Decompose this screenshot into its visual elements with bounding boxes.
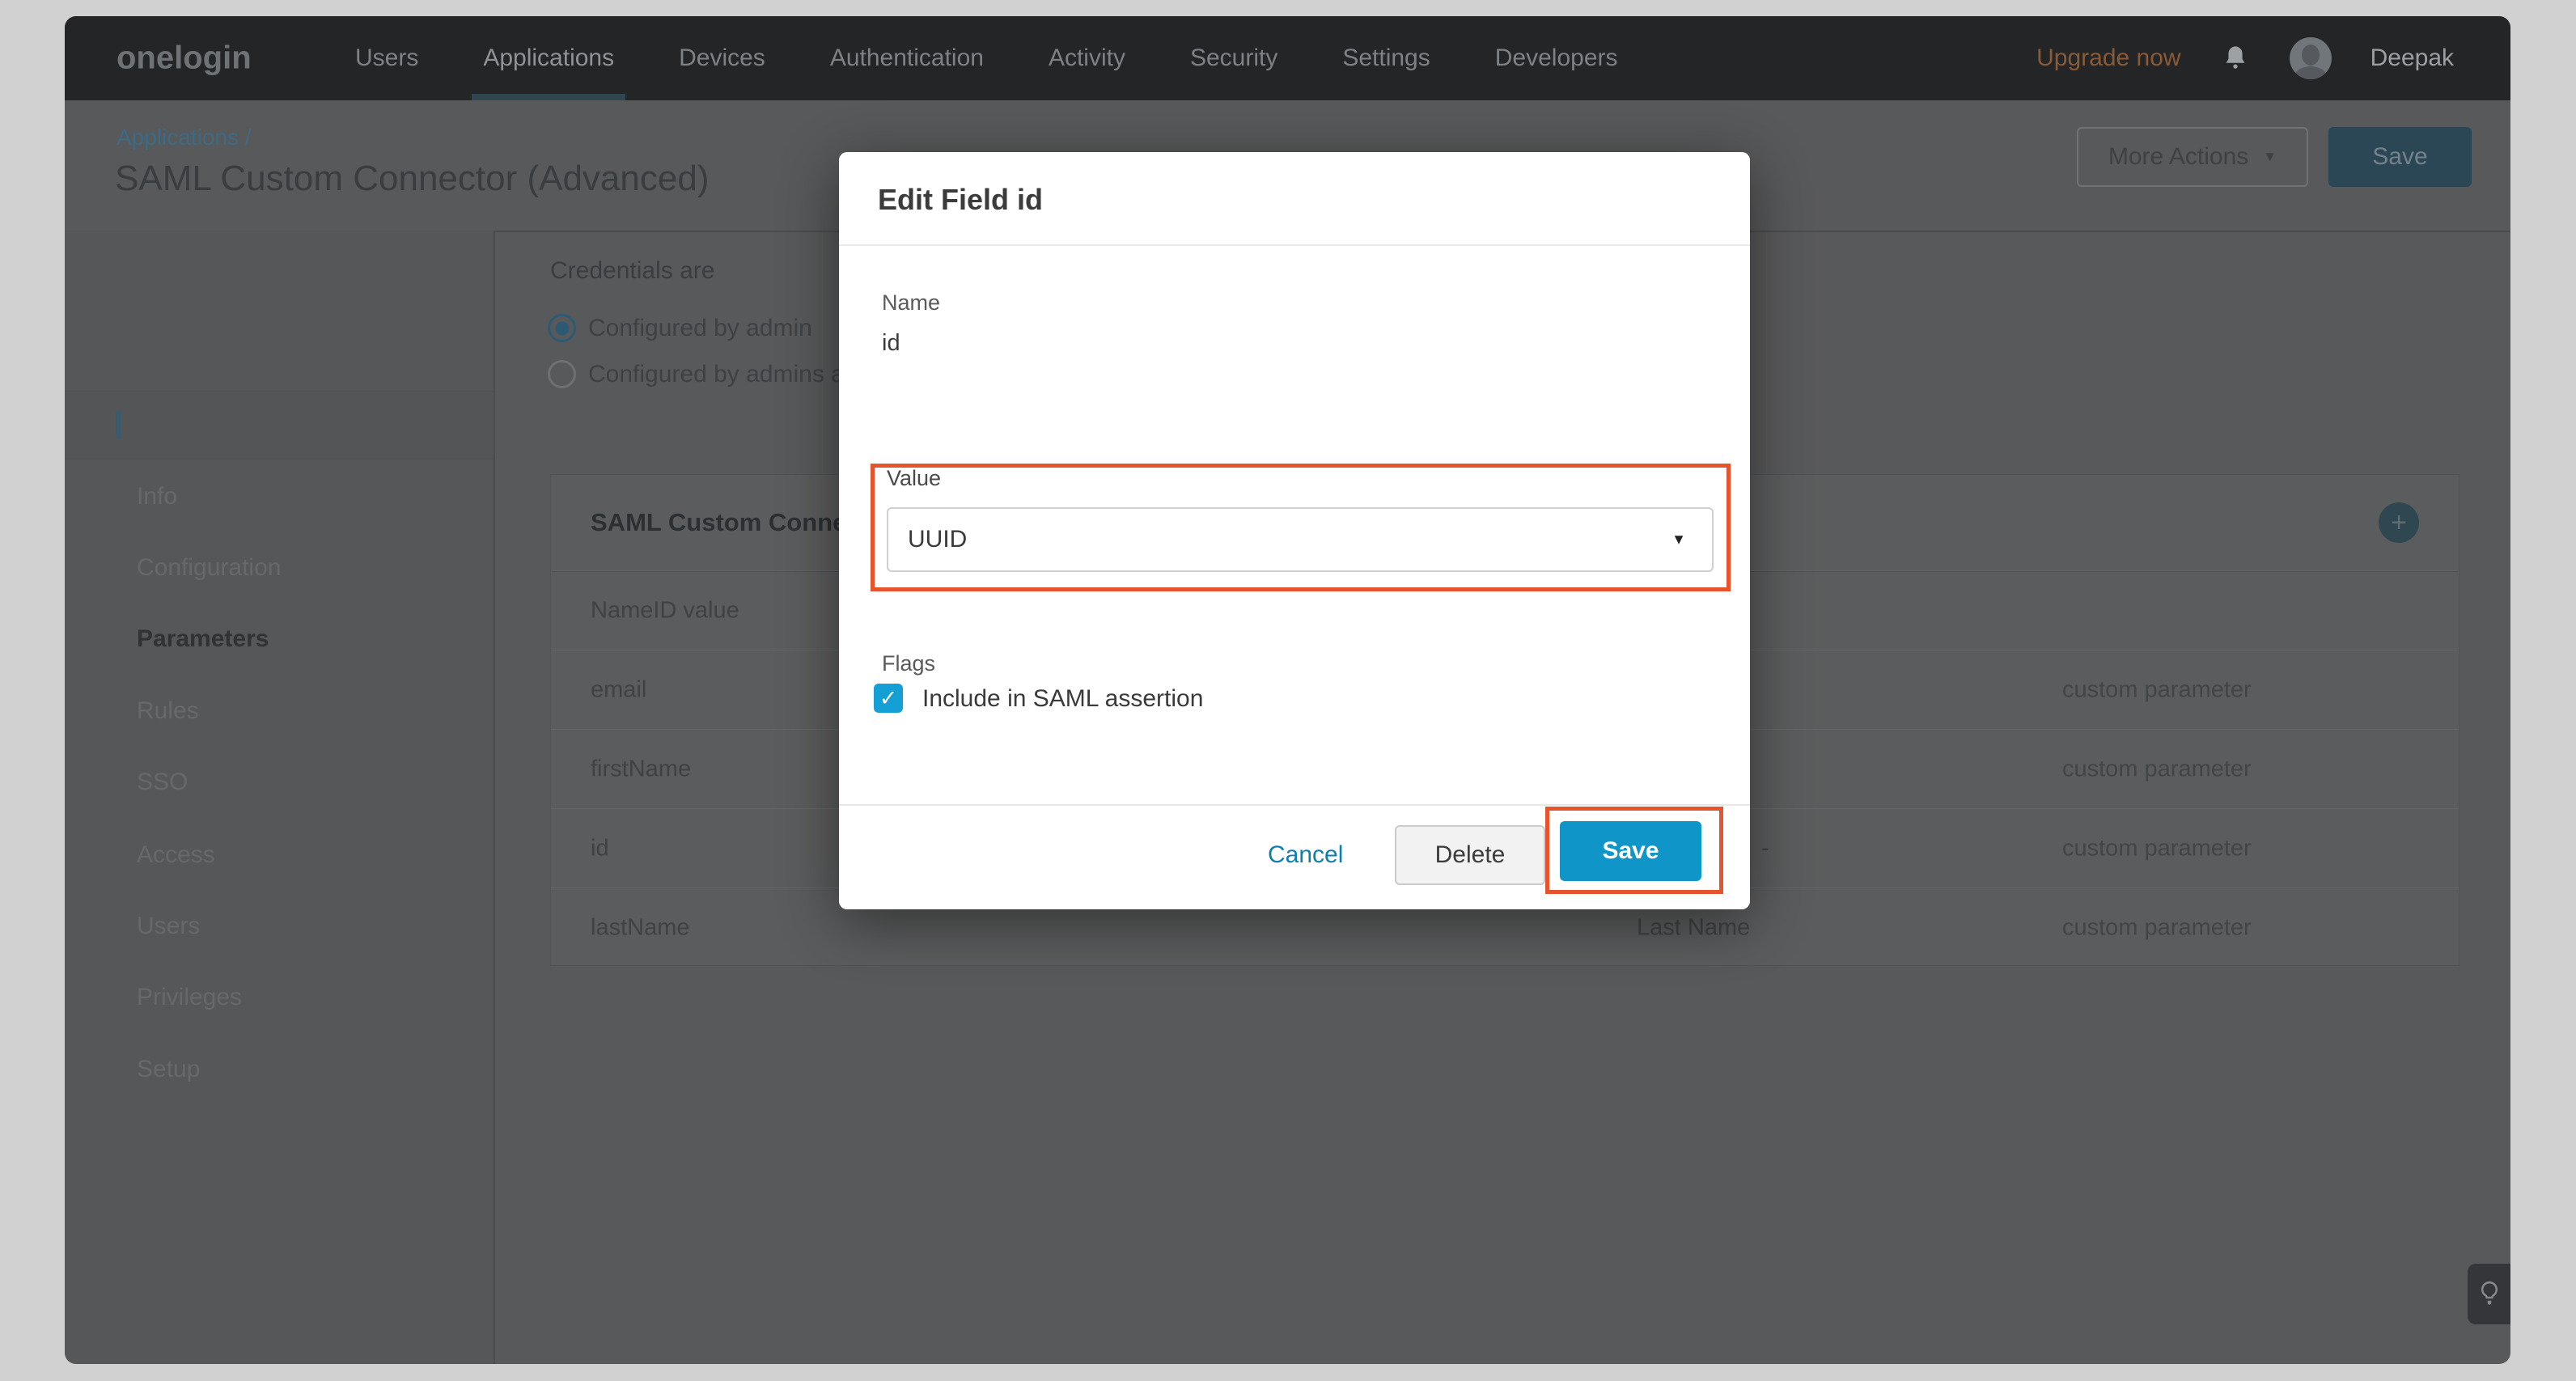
nav-item-security[interactable]: Security: [1190, 44, 1277, 72]
more-actions-label: More Actions: [2108, 143, 2248, 171]
row-type-label: custom parameter: [2062, 836, 2252, 862]
checkbox-label[interactable]: Include in SAML assertion: [922, 685, 1203, 713]
row-field-label: NameID value: [591, 598, 739, 625]
avatar-head-shape: [2302, 44, 2320, 66]
nav-item-settings[interactable]: Settings: [1342, 44, 1430, 72]
main-nav: Users Applications Devices Authenticatio…: [355, 16, 1618, 100]
select-caret-icon: ▼: [1671, 532, 1686, 549]
sidebar-active-highlight: [65, 391, 494, 460]
modal-title: Edit Field id: [878, 183, 1043, 217]
sidebar-item-access[interactable]: Access: [137, 841, 215, 870]
sidebar-active-bar: [116, 411, 121, 438]
sidebar-item-privileges[interactable]: Privileges: [137, 983, 242, 1012]
user-avatar[interactable]: [2290, 37, 2332, 79]
row-value-label: -: [1761, 836, 1769, 862]
nav-item-developers[interactable]: Developers: [1495, 44, 1618, 72]
sidebar-item-users[interactable]: Users: [137, 912, 200, 941]
row-field-label: id: [591, 836, 609, 862]
radio-configured-by-admins-and-users[interactable]: [548, 360, 576, 388]
nav-item-authentication[interactable]: Authentication: [830, 44, 984, 72]
help-tab[interactable]: [2468, 1264, 2510, 1324]
include-in-saml-assertion-checkbox[interactable]: ✓: [874, 684, 903, 713]
flags-label: Flags: [882, 651, 935, 676]
edit-field-modal: Edit Field id Name id Value UUID ▼ Flags…: [839, 152, 1750, 909]
sidebar: Info Configuration Parameters Rules SSO …: [65, 231, 495, 1364]
nav-item-activity[interactable]: Activity: [1049, 44, 1125, 72]
sidebar-item-setup[interactable]: Setup: [137, 1055, 200, 1084]
sidebar-item-info[interactable]: Info: [137, 482, 177, 511]
modal-footer-divider: [839, 804, 1750, 806]
row-field-label: firstName: [591, 756, 691, 783]
name-value: id: [882, 330, 900, 357]
checkmark-icon: ✓: [879, 688, 898, 710]
row-type-label: custom parameter: [2062, 677, 2252, 704]
delete-button[interactable]: Delete: [1395, 825, 1545, 885]
cancel-button[interactable]: Cancel: [1268, 841, 1343, 869]
row-field-label: email: [591, 677, 646, 704]
radio-label-configured-by-admins-and-users[interactable]: Configured by admins a: [588, 360, 845, 389]
row-type-label: custom parameter: [2062, 756, 2252, 783]
nav-item-devices[interactable]: Devices: [679, 44, 765, 72]
notification-bell-icon[interactable]: [2220, 41, 2251, 75]
user-name[interactable]: Deepak: [2371, 44, 2454, 72]
top-navbar: onelogin Users Applications Devices Auth…: [65, 16, 2510, 100]
radio-configured-by-admin[interactable]: [548, 314, 576, 342]
active-tab-underline: [472, 94, 625, 100]
row-value-label: Last Name: [1637, 915, 1750, 942]
page-save-button[interactable]: Save: [2328, 127, 2472, 187]
modal-save-button[interactable]: Save: [1560, 821, 1701, 881]
name-label: Name: [882, 290, 940, 316]
page-title: SAML Custom Connector (Advanced): [115, 159, 709, 199]
row-type-label: custom parameter: [2062, 915, 2252, 942]
sidebar-item-rules[interactable]: Rules: [137, 697, 199, 726]
value-select[interactable]: UUID ▼: [887, 507, 1714, 572]
avatar-body-shape: [2294, 66, 2327, 79]
modal-title-divider: [839, 244, 1750, 246]
breadcrumb[interactable]: Applications /: [117, 125, 252, 150]
nav-item-applications[interactable]: Applications: [483, 44, 614, 72]
sidebar-item-configuration[interactable]: Configuration: [137, 553, 281, 582]
plus-icon: +: [2391, 507, 2407, 539]
row-field-label: lastName: [591, 915, 690, 942]
radio-label-configured-by-admin[interactable]: Configured by admin: [588, 314, 812, 343]
sidebar-item-sso[interactable]: SSO: [137, 768, 188, 797]
onelogin-logo: onelogin: [117, 40, 252, 77]
value-label: Value: [887, 466, 941, 491]
chevron-down-icon: ▼: [2263, 149, 2277, 165]
upgrade-now-link[interactable]: Upgrade now: [2036, 44, 2180, 72]
screenshot-stage: onelogin Users Applications Devices Auth…: [0, 0, 2576, 1381]
navbar-right-cluster: Upgrade now Deepak: [2036, 16, 2454, 100]
more-actions-button[interactable]: More Actions ▼: [2077, 127, 2308, 187]
lightbulb-icon: [2476, 1278, 2503, 1311]
value-selected-option: UUID: [908, 526, 967, 553]
sidebar-item-parameters[interactable]: Parameters: [137, 625, 269, 654]
nav-item-users[interactable]: Users: [355, 44, 418, 72]
add-parameter-button[interactable]: +: [2379, 502, 2419, 543]
credentials-heading: Credentials are: [550, 257, 714, 285]
